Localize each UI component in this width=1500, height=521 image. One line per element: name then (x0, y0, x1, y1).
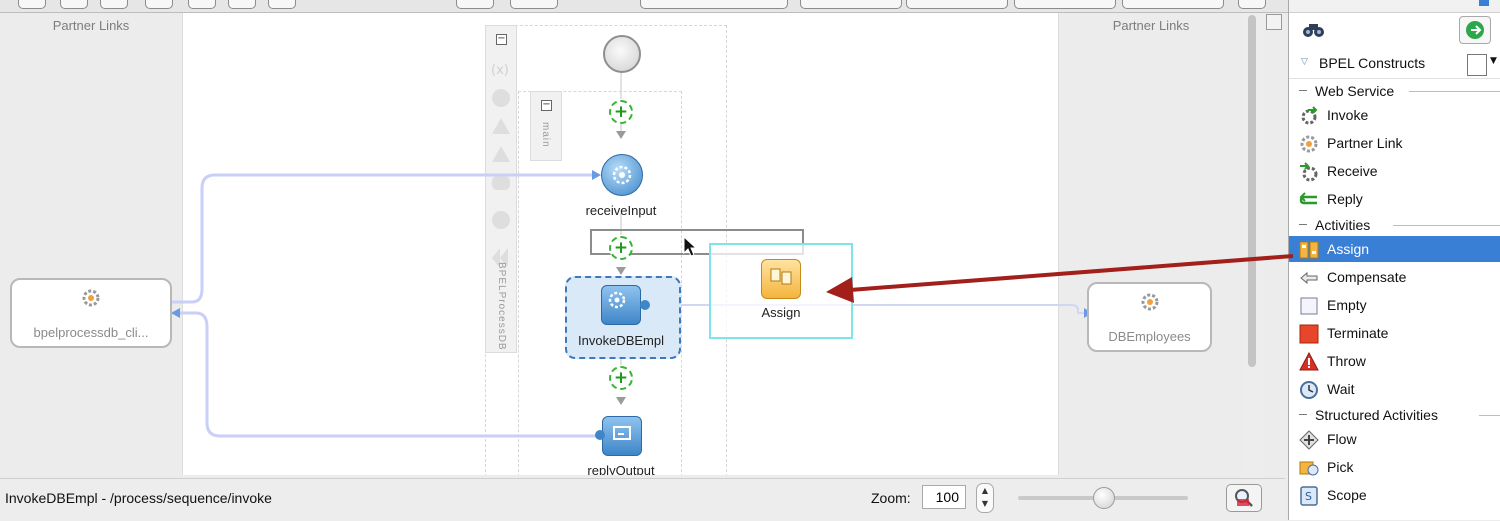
drag-arrow-overlay (826, 254, 1294, 303)
drag-arrow-head-icon (826, 277, 854, 303)
drag-arrow-line (849, 254, 1294, 292)
